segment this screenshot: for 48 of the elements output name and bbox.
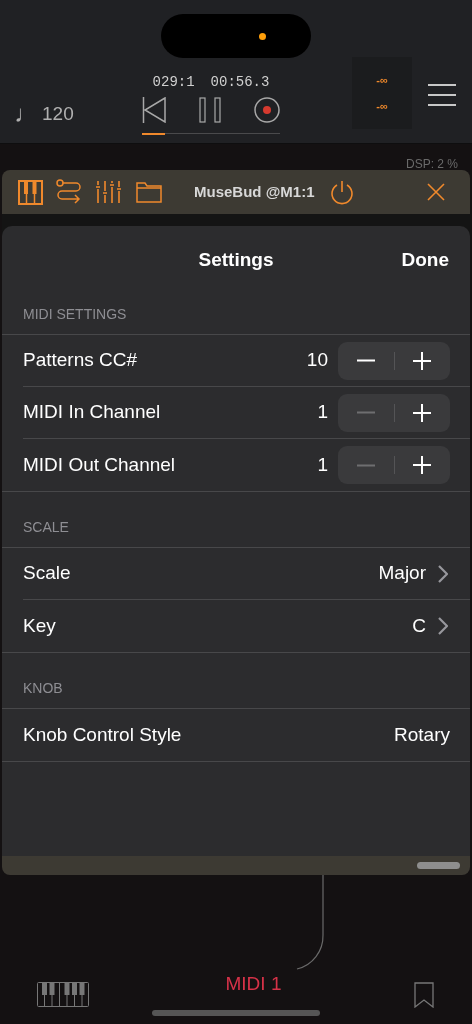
bar-position: 029:1	[152, 73, 195, 92]
chevron-right-icon	[438, 617, 448, 635]
setting-label: Knob Control Style	[23, 722, 183, 747]
tempo-label[interactable]: 120	[42, 100, 74, 129]
piano-icon[interactable]	[18, 179, 43, 205]
close-icon[interactable]	[427, 183, 445, 201]
meter-reading: -∞	[376, 72, 388, 88]
done-button[interactable]: Done	[401, 245, 449, 275]
plus-icon	[413, 351, 432, 370]
mixer-icon[interactable]	[96, 179, 122, 205]
pause-icon[interactable]	[199, 97, 221, 123]
setting-value[interactable]: Major	[378, 559, 426, 588]
setting-label: Scale	[23, 561, 72, 586]
plugin-title: MuseBud @M1:1	[194, 181, 315, 202]
setting-value: 1	[317, 400, 328, 425]
chevron-right-icon	[438, 564, 448, 583]
menu-icon[interactable]	[428, 82, 456, 108]
folder-icon[interactable]	[136, 181, 162, 203]
sheet-title: Settings	[198, 247, 274, 272]
plus-icon	[413, 456, 432, 474]
power-icon[interactable]	[330, 179, 355, 205]
rewind-icon[interactable]	[142, 97, 166, 123]
plus-icon	[413, 403, 432, 422]
setting-value[interactable]: Rotary	[394, 720, 450, 750]
setting-label: Patterns CC#	[23, 348, 139, 373]
setting-label: MIDI Out Channel	[23, 452, 177, 477]
meter-reading: -∞	[376, 99, 388, 114]
note-icon: ♩	[14, 102, 38, 127]
record-icon[interactable]	[254, 97, 280, 123]
stepper[interactable]	[338, 341, 450, 380]
section-header: MIDI SETTINGS	[23, 306, 127, 322]
section-header: KNOB	[23, 680, 63, 696]
dsp-label: DSP: 2 %	[405, 158, 458, 170]
piano-keys-icon[interactable]	[37, 982, 89, 1007]
minus-icon	[356, 359, 375, 362]
setting-value[interactable]: C	[412, 611, 426, 641]
section-header: SCALE	[23, 519, 69, 535]
track-name[interactable]: MIDI 1	[225, 970, 282, 999]
setting-value: 10	[306, 348, 328, 373]
setting-label: MIDI In Channel	[23, 400, 162, 425]
minus-icon	[356, 463, 375, 467]
minus-icon	[356, 411, 375, 414]
time-display: 00:56.3	[210, 73, 270, 92]
setting-value: 1	[317, 452, 328, 477]
scroll-handle[interactable]	[417, 862, 460, 869]
setting-label: Key	[23, 613, 57, 638]
bookmark-icon[interactable]	[414, 982, 434, 1008]
route-icon[interactable]	[56, 179, 82, 205]
